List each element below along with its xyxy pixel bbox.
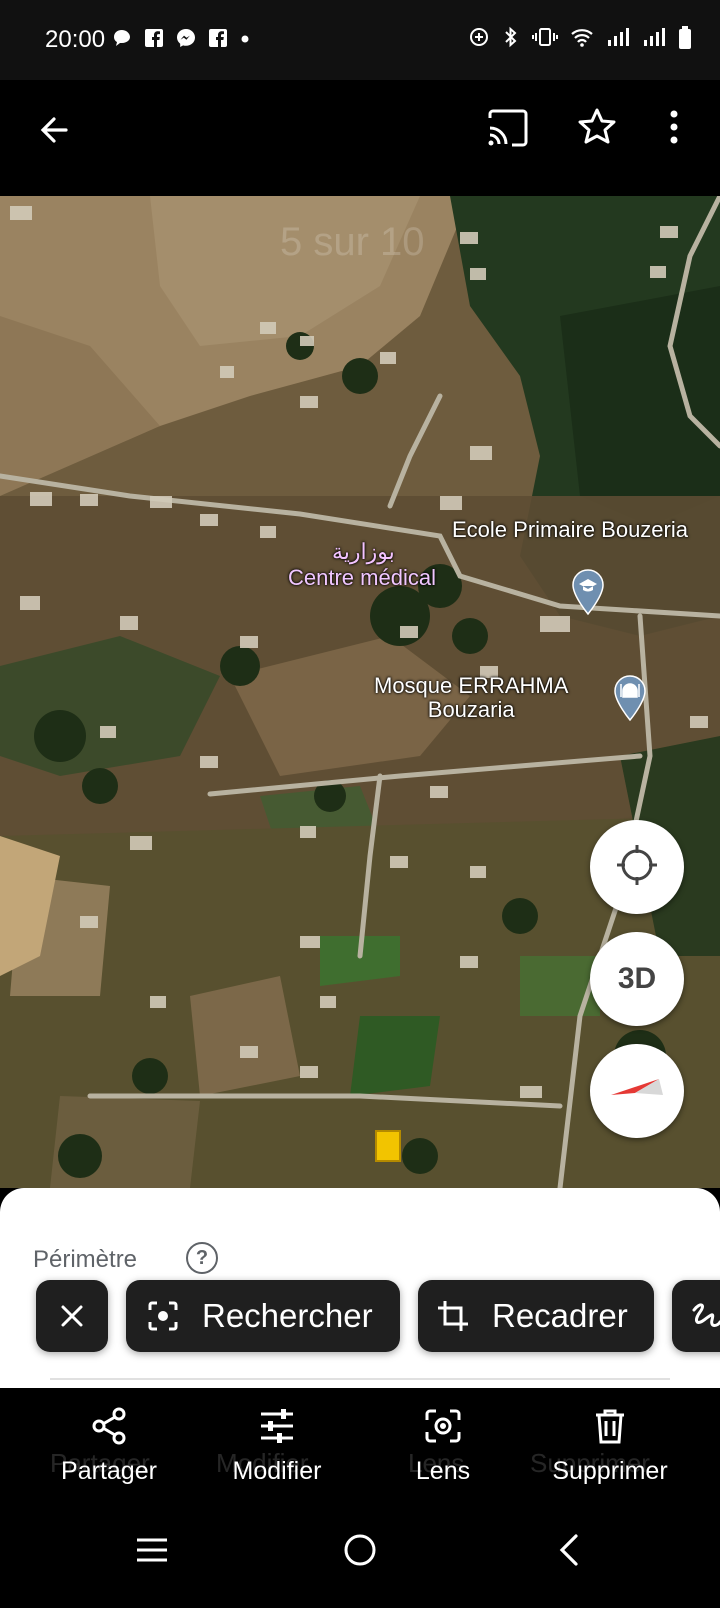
crop-label: Recadrer bbox=[492, 1297, 628, 1334]
system-navigation-bar bbox=[0, 1500, 720, 1608]
school-pin-icon[interactable] bbox=[570, 568, 606, 621]
nav-back-icon bbox=[554, 1532, 582, 1573]
lens-icon bbox=[423, 1406, 463, 1451]
map-label-mosque-area: Bouzaria bbox=[427, 697, 515, 723]
trash-icon bbox=[590, 1406, 630, 1451]
bluetooth-icon bbox=[502, 26, 520, 56]
cast-icon bbox=[486, 108, 530, 153]
recents-button[interactable] bbox=[124, 1528, 180, 1576]
notification-icons bbox=[112, 28, 250, 53]
system-icons bbox=[468, 26, 692, 56]
draw-chip[interactable] bbox=[672, 1280, 720, 1352]
map-label-medical[interactable]: Centre médical bbox=[288, 565, 436, 590]
tune-icon bbox=[257, 1406, 297, 1451]
lens-search-icon bbox=[146, 1299, 180, 1333]
map-label-school[interactable]: Ecole Primaire Bouzeria bbox=[452, 517, 688, 542]
lens-button[interactable]: Lens bbox=[358, 1406, 528, 1486]
map-label-mosque[interactable]: Mosque ERRAHMA Bouzaria bbox=[374, 673, 569, 723]
signal-icon bbox=[606, 26, 630, 56]
wifi-icon bbox=[570, 26, 594, 56]
compass-icon bbox=[607, 1069, 667, 1114]
home-circle-icon bbox=[342, 1532, 378, 1573]
data-saver-icon bbox=[468, 26, 490, 56]
battery-icon bbox=[678, 26, 692, 56]
more-vert-icon bbox=[668, 109, 680, 150]
share-button[interactable]: Partager bbox=[24, 1406, 194, 1486]
share-label: Partager bbox=[61, 1457, 157, 1485]
yellow-location-marker bbox=[375, 1130, 401, 1162]
facebook-icon bbox=[208, 28, 228, 53]
edit-button[interactable]: Modifier bbox=[192, 1406, 362, 1486]
nav-back-button[interactable] bbox=[540, 1524, 596, 1580]
more-options-button[interactable] bbox=[650, 102, 698, 156]
signal-icon bbox=[642, 26, 666, 56]
share-icon bbox=[89, 1406, 129, 1451]
recents-icon bbox=[135, 1536, 169, 1569]
status-time: 20:00 bbox=[45, 26, 106, 53]
star-outline-icon bbox=[577, 107, 617, 152]
mosque-pin-icon[interactable] bbox=[612, 674, 648, 727]
status-bar: 20:00 bbox=[0, 0, 720, 80]
search-label: Rechercher bbox=[202, 1297, 373, 1334]
dot-icon bbox=[240, 28, 250, 53]
chat-bubble-icon bbox=[112, 28, 132, 53]
map-label-mosque-name: Mosque ERRAHMA bbox=[374, 673, 569, 698]
top-app-bar: 5 sur 10 bbox=[0, 80, 720, 264]
crop-icon bbox=[436, 1299, 470, 1333]
sheet-title: Périmètre bbox=[33, 1246, 138, 1273]
search-chip[interactable]: Rechercher bbox=[126, 1280, 400, 1352]
map-view[interactable]: Ecole Primaire Bouzeria بوزارية Centre m… bbox=[0, 196, 720, 1188]
cast-button[interactable] bbox=[480, 102, 536, 158]
scribble-icon bbox=[690, 1300, 720, 1332]
close-lens-button[interactable] bbox=[36, 1280, 108, 1352]
arrow-left-icon bbox=[36, 112, 72, 153]
my-location-button[interactable] bbox=[590, 820, 684, 914]
compass-button[interactable] bbox=[590, 1044, 684, 1138]
messenger-icon bbox=[176, 28, 196, 53]
home-button[interactable] bbox=[332, 1524, 388, 1580]
delete-button[interactable]: Supprimer bbox=[525, 1406, 695, 1486]
favorite-button[interactable] bbox=[570, 102, 624, 156]
sheet-divider bbox=[50, 1378, 670, 1380]
crop-chip[interactable]: Recadrer bbox=[418, 1280, 654, 1352]
3d-label: 3D bbox=[617, 962, 657, 995]
map-label-arabic-place[interactable]: بوزارية bbox=[332, 539, 395, 564]
edit-label: Modifier bbox=[232, 1457, 322, 1485]
close-icon bbox=[58, 1302, 86, 1330]
facebook-icon bbox=[144, 28, 164, 53]
vibrate-icon bbox=[532, 26, 558, 56]
ghost-counter: 5 sur 10 bbox=[280, 220, 425, 264]
back-button[interactable] bbox=[30, 108, 78, 156]
help-circle-icon[interactable]: ? bbox=[186, 1242, 218, 1274]
delete-label: Supprimer bbox=[552, 1457, 668, 1485]
3d-view-button[interactable]: 3D bbox=[590, 932, 684, 1026]
lens-label: Lens bbox=[415, 1457, 471, 1485]
my-location-icon bbox=[613, 841, 661, 894]
